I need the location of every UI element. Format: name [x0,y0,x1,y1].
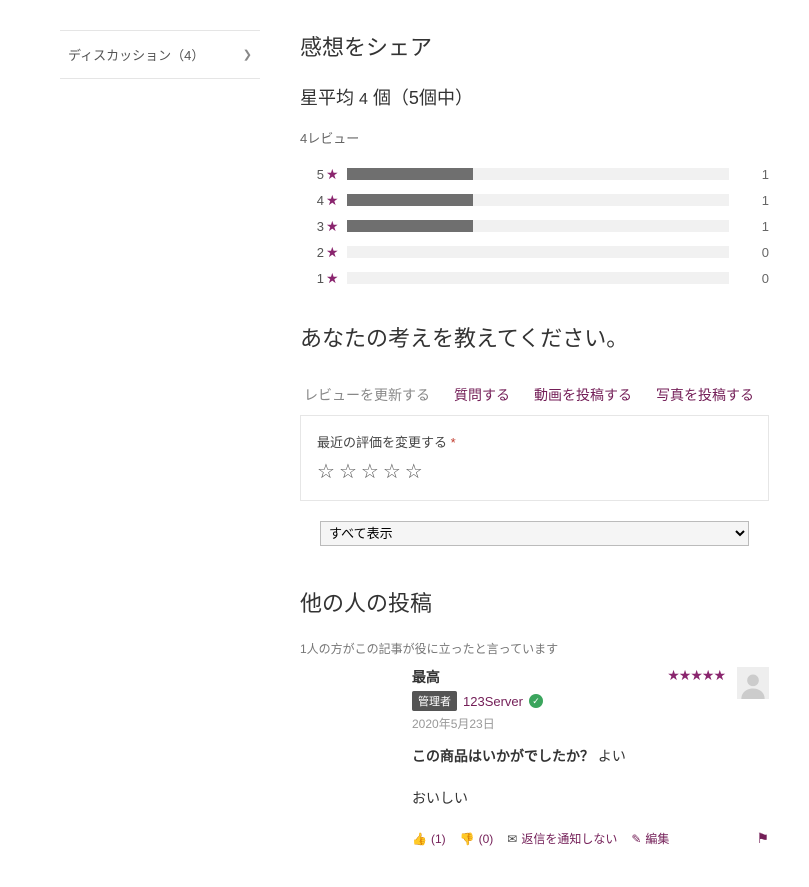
hist-bar-track [347,168,729,180]
flag-button[interactable]: ⚑ [756,830,769,847]
star-icon[interactable]: ☆ [361,459,379,484]
hist-bar-track [347,246,729,258]
thoughts-heading: あなたの考えを教えてください。 [300,321,769,353]
hist-row[interactable]: 3★ 1 [300,213,769,239]
others-heading: 他の人の投稿 [300,586,769,618]
avatar [737,667,769,699]
average-rating-line: 星平均 4 個（5個中） [300,84,769,110]
hist-label: 5 [300,167,324,182]
star-icon[interactable]: ☆ [383,459,401,484]
flag-icon: ⚑ [756,830,769,847]
mail-icon: ✉ [507,832,517,846]
hist-row[interactable]: 5★ 1 [300,161,769,187]
sidebar-item-discussion[interactable]: ディスカッション（4） ❯ [60,30,260,79]
tab-ask-question[interactable]: 質問する [450,375,514,415]
downvote-button[interactable]: 👎 (0) [460,832,494,846]
thumbs-down-icon: 👎 [460,832,475,846]
tab-update-review[interactable]: レビューを更新する [300,375,434,415]
thumbs-up-icon: 👍 [412,832,427,846]
post-date: 2020年5月23日 [412,715,769,732]
helpful-count: 1人の方がこの記事が役に立ったと言っています [300,640,769,657]
star-icon: ★ [326,218,339,235]
post-qa: この商品はいかがでしたか？ よい [412,746,769,766]
admin-badge: 管理者 [412,691,457,711]
hist-count: 1 [749,167,769,182]
upvote-button[interactable]: 👍 (1) [412,832,446,846]
star-icon[interactable]: ☆ [317,459,335,484]
author-link[interactable]: 123Server [463,694,523,709]
hist-count: 0 [749,271,769,286]
star-icon: ★ [326,244,339,261]
pencil-icon: ✎ [631,832,641,846]
post-body-text: おいしい [412,788,769,808]
hist-label: 2 [300,245,324,260]
filter-select[interactable]: すべて表示 [320,521,749,546]
sidebar-item-label: ディスカッション（4） [68,45,204,64]
hist-label: 3 [300,219,324,234]
hist-row[interactable]: 2★ 0 [300,239,769,265]
rating-input[interactable]: ☆ ☆ ☆ ☆ ☆ [317,459,752,484]
hist-bar-fill [347,220,473,232]
hist-bar-fill [347,194,473,206]
tab-post-video[interactable]: 動画を投稿する [530,375,636,415]
hist-bar-fill [347,168,473,180]
star-icon[interactable]: ☆ [405,459,423,484]
hist-count: 1 [749,193,769,208]
notify-toggle[interactable]: ✉ 返信を通知しない [507,830,617,847]
verified-icon: ✓ [529,694,543,708]
star-icon: ★ [326,192,339,209]
share-heading: 感想をシェア [300,30,769,62]
hist-label: 4 [300,193,324,208]
tab-post-photo[interactable]: 写真を投稿する [652,375,758,415]
chevron-right-icon: ❯ [243,48,252,61]
hist-count: 1 [749,219,769,234]
hist-count: 0 [749,245,769,260]
star-icon: ★ [326,270,339,287]
review-post: 最高 管理者 123Server ✓ 2020年5月23日 この商品はいかがでし… [300,667,769,847]
hist-row[interactable]: 1★ 0 [300,265,769,291]
star-icon: ★ [326,166,339,183]
rating-form: 最近の評価を変更する * ☆ ☆ ☆ ☆ ☆ [300,416,769,501]
change-rating-label: 最近の評価を変更する * [317,432,752,451]
hist-row[interactable]: 4★ 1 [300,187,769,213]
review-count: 4レビュー [300,128,769,147]
hist-bar-track [347,194,729,206]
hist-label: 1 [300,271,324,286]
star-icon[interactable]: ☆ [339,459,357,484]
hist-bar-track [347,272,729,284]
edit-button[interactable]: ✎ 編集 [631,830,669,847]
post-rating-stars: ★★★★★ [667,667,725,684]
hist-bar-track [347,220,729,232]
rating-histogram: 5★14★13★12★01★0 [300,161,769,291]
